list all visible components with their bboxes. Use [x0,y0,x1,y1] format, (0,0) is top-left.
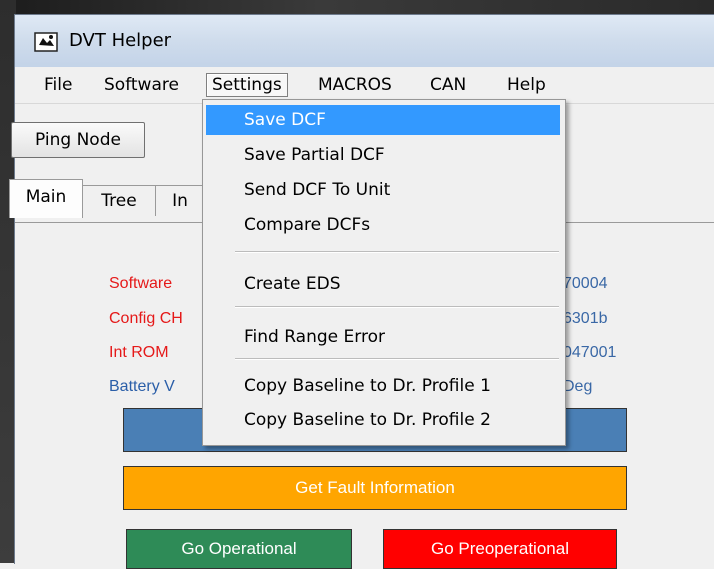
desktop-background [0,0,714,14]
int-rom-value: 047001 [563,344,617,361]
menu-help[interactable]: Help [502,74,551,96]
menu-item-label: Save Partial DCF [244,145,385,165]
ping-node-button[interactable]: Ping Node [11,122,145,158]
int-rom-label: Int ROM [109,344,169,361]
go-operational-button[interactable]: Go Operational [126,529,352,569]
tab-main[interactable]: Main [9,179,83,218]
menu-separator [235,358,559,360]
software-value: 70004 [563,275,608,292]
menu-item-find-range-error[interactable]: Find Range Error [206,321,560,353]
menu-item-copy-baseline-profile-1[interactable]: Copy Baseline to Dr. Profile 1 [206,370,560,402]
menu-macros[interactable]: MACROS [313,74,397,96]
menu-item-compare-dcfs[interactable]: Compare DCFs [206,209,560,241]
menu-item-save-dcf[interactable]: Save DCF [206,105,560,135]
battery-label: Battery V [109,378,175,395]
menu-item-label: Send DCF To Unit [244,180,391,200]
menu-item-label: Save DCF [244,110,326,130]
menu-can[interactable]: CAN [425,74,471,96]
menu-item-label: Find Range Error [244,327,385,347]
menu-item-send-dcf-to-unit[interactable]: Send DCF To Unit [206,174,560,206]
window-title: DVT Helper [69,30,172,51]
tab-tree[interactable]: Tree [81,185,157,216]
menu-item-create-eds[interactable]: Create EDS [206,268,560,300]
settings-dropdown-menu: Save DCF Save Partial DCF Send DCF To Un… [202,99,566,446]
tab-in[interactable]: In [155,185,205,216]
menu-settings[interactable]: Settings [206,73,288,97]
battery-value: Deg [563,378,593,395]
menu-software[interactable]: Software [99,74,184,96]
menu-separator [235,306,559,308]
menu-file[interactable]: File [39,74,77,96]
go-preoperational-button[interactable]: Go Preoperational [383,529,617,569]
config-value: 6301b [563,310,608,327]
menu-item-label: Create EDS [244,274,341,294]
menu-item-copy-baseline-profile-2[interactable]: Copy Baseline to Dr. Profile 2 [206,404,560,436]
menu-separator [235,251,559,253]
menu-item-label: Copy Baseline to Dr. Profile 1 [244,376,491,396]
get-fault-information-button[interactable]: Get Fault Information [123,466,627,510]
title-bar[interactable]: DVT Helper [15,15,714,67]
menu-item-save-partial-dcf[interactable]: Save Partial DCF [206,139,560,171]
software-label: Software [109,275,173,292]
config-label: Config CH [109,310,183,327]
menu-item-label: Copy Baseline to Dr. Profile 2 [244,410,491,430]
app-icon [34,32,58,52]
menu-item-label: Compare DCFs [244,215,371,235]
